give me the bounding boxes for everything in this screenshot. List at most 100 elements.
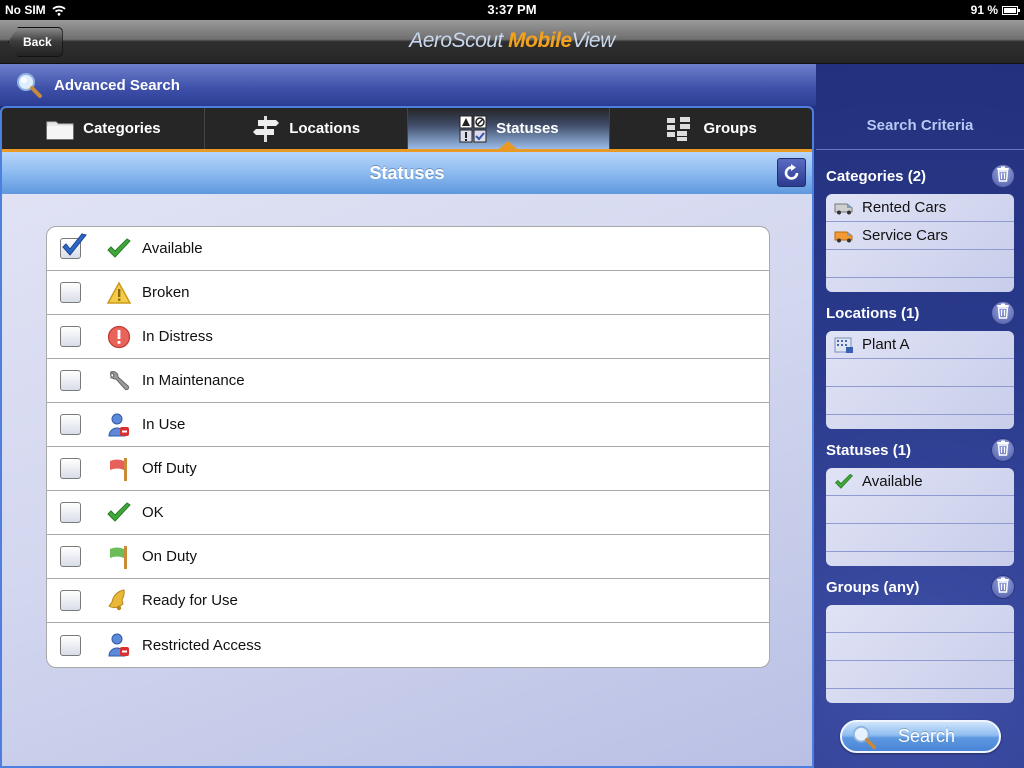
status-checkbox[interactable]	[60, 414, 81, 435]
status-row[interactable]: OK	[47, 491, 769, 535]
criteria-empty-row	[826, 496, 1014, 524]
status-label: Available	[142, 240, 203, 257]
building-icon	[834, 336, 854, 354]
search-button-label: Search	[898, 726, 956, 746]
status-list: Available Broken In Distress In Maintenance…	[46, 226, 770, 668]
status-row[interactable]: Off Duty	[47, 447, 769, 491]
clear-categories-button[interactable]	[991, 164, 1015, 188]
criteria-statuses-list: Available	[826, 468, 1014, 566]
battery-indicator: 91 %	[971, 3, 1020, 17]
criteria-empty-row	[826, 689, 1014, 703]
status-label: OK	[142, 504, 164, 521]
status-bar: No SIM 3:37 PM 91 %	[0, 0, 1024, 20]
page-title: Advanced Search	[54, 76, 180, 94]
app-screen: No SIM 3:37 PM 91 % Back AeroScout Mobil…	[0, 0, 1024, 768]
criteria-groups-label: Groups (any)	[826, 579, 920, 596]
criteria-empty-row	[826, 633, 1014, 661]
red-exclamation-icon	[106, 324, 132, 350]
magnifier-icon	[16, 72, 42, 98]
status-checkbox[interactable]	[60, 370, 81, 391]
status-row[interactable]: In Distress	[47, 315, 769, 359]
app-logo: AeroScout MobileView	[409, 29, 615, 52]
criteria-item[interactable]: Rented Cars	[826, 194, 1014, 222]
criteria-empty-row	[826, 552, 1014, 566]
status-checkbox[interactable]	[60, 634, 81, 656]
tab-label: Statuses	[496, 120, 559, 137]
criteria-locations-label: Locations (1)	[826, 305, 920, 322]
tab-categories[interactable]: Categories	[2, 108, 205, 149]
status-grid-icon	[458, 115, 488, 142]
tab-label: Locations	[289, 120, 361, 137]
green-check-icon	[834, 473, 854, 491]
tab-locations[interactable]: Locations	[205, 108, 408, 149]
criteria-item[interactable]: Available	[826, 468, 1014, 496]
tab-groups[interactable]: Groups	[610, 108, 812, 149]
tab-statuses[interactable]: Statuses	[407, 108, 611, 149]
criteria-item-label: Available	[862, 473, 923, 490]
criteria-empty-row	[826, 661, 1014, 689]
search-button[interactable]: Search	[840, 720, 1001, 753]
criteria-item[interactable]: Plant A	[826, 331, 1014, 359]
status-row[interactable]: Restricted Access	[47, 623, 769, 667]
criteria-empty-row	[826, 415, 1014, 429]
groups-icon	[665, 116, 695, 142]
tab-label: Categories	[83, 120, 161, 137]
criteria-item[interactable]: Service Cars	[826, 222, 1014, 250]
criteria-categories-label: Categories (2)	[826, 168, 927, 185]
user-blocked-icon	[106, 412, 132, 438]
wrench-icon	[106, 368, 132, 394]
status-checkbox[interactable]	[60, 546, 81, 567]
status-checkbox[interactable]	[60, 458, 81, 479]
status-row[interactable]: Ready for Use	[47, 579, 769, 623]
gray-van-icon	[834, 199, 854, 217]
status-checkbox[interactable]	[60, 590, 81, 611]
status-row[interactable]: Available	[47, 227, 769, 271]
advanced-search-view: Advanced Search Categories Locations Sta…	[0, 64, 1024, 768]
status-row[interactable]: In Maintenance	[47, 359, 769, 403]
clock: 3:37 PM	[487, 2, 537, 17]
green-check-icon	[106, 236, 132, 262]
bell-icon	[106, 588, 132, 614]
criteria-empty-row	[826, 605, 1014, 633]
section-title: Statuses	[369, 162, 445, 183]
section-header: Statuses	[2, 152, 812, 194]
green-flag-icon	[106, 544, 132, 570]
refresh-button[interactable]	[777, 158, 806, 187]
criteria-empty-row	[826, 278, 1014, 292]
status-label: In Use	[142, 416, 186, 433]
status-label: On Duty	[142, 548, 198, 565]
status-checkbox[interactable]	[60, 282, 81, 303]
trash-icon	[996, 440, 1010, 461]
status-checkbox[interactable]	[60, 233, 87, 259]
status-row[interactable]: In Use	[47, 403, 769, 447]
status-checkbox[interactable]	[60, 502, 81, 523]
green-check-icon	[106, 500, 132, 526]
criteria-empty-row	[826, 387, 1014, 415]
criteria-item-label: Service Cars	[862, 227, 948, 244]
navigation-bar: Back AeroScout MobileView	[0, 20, 1024, 64]
clear-locations-button[interactable]	[991, 301, 1015, 325]
advanced-search-header: Advanced Search	[0, 64, 816, 106]
battery-icon	[1002, 5, 1020, 15]
criteria-empty-row	[826, 359, 1014, 387]
status-row[interactable]: On Duty	[47, 535, 769, 579]
orange-van-icon	[834, 227, 854, 245]
clear-groups-button[interactable]	[991, 575, 1015, 599]
tab-bar: Categories Locations Statuses Groups	[2, 108, 812, 152]
folder-icon	[45, 116, 75, 142]
trash-icon	[996, 577, 1010, 598]
user-blocked-icon	[106, 632, 132, 658]
refresh-icon	[784, 163, 798, 180]
magnifier-icon	[852, 725, 876, 749]
status-row[interactable]: Broken	[47, 271, 769, 315]
status-label: In Maintenance	[142, 372, 245, 389]
warning-triangle-icon	[106, 280, 132, 306]
status-label: Off Duty	[142, 460, 197, 477]
search-criteria-panel: Search Criteria Categories (2) Rented Ca…	[816, 106, 1024, 768]
status-checkbox[interactable]	[60, 326, 81, 347]
criteria-locations-list: Plant A	[826, 331, 1014, 429]
statuses-panel: Categories Locations Statuses Groups Sta…	[0, 106, 814, 768]
criteria-empty-row	[826, 250, 1014, 278]
status-label: Restricted Access	[142, 636, 262, 654]
clear-statuses-button[interactable]	[991, 438, 1015, 462]
